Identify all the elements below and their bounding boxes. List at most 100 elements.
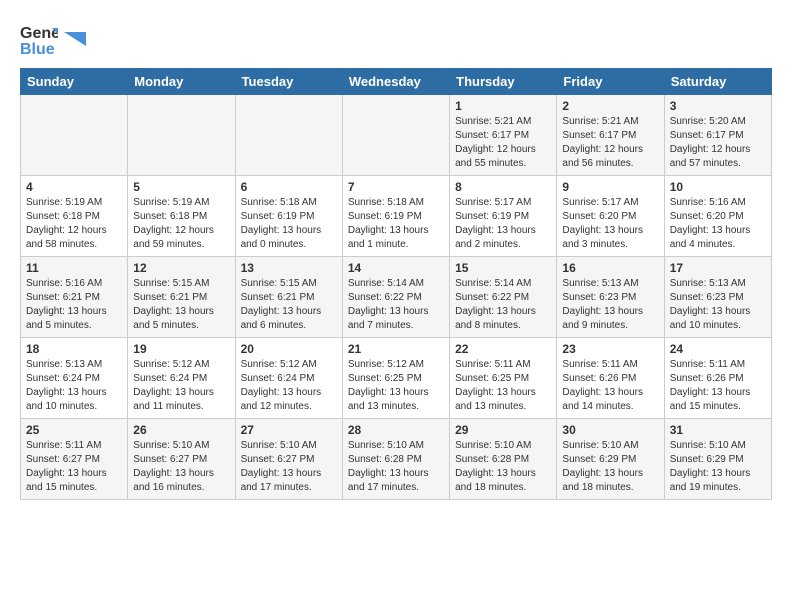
day-info: Sunrise: 5:10 AM Sunset: 6:27 PM Dayligh… — [241, 439, 337, 495]
day-info: Sunrise: 5:10 AM Sunset: 6:27 PM Dayligh… — [133, 439, 229, 495]
calendar-cell: 10 Sunrise: 5:16 AM Sunset: 6:20 PM Dayli… — [664, 176, 771, 257]
calendar-cell: 21 Sunrise: 5:12 AM Sunset: 6:25 PM Dayli… — [342, 338, 449, 419]
calendar-week-row: 4 Sunrise: 5:19 AM Sunset: 6:18 PM Daylig… — [21, 176, 772, 257]
calendar-cell — [235, 95, 342, 176]
weekday-header-friday: Friday — [557, 69, 664, 95]
day-info: Sunrise: 5:12 AM Sunset: 6:24 PM Dayligh… — [133, 358, 229, 414]
day-number: 12 — [133, 261, 229, 275]
calendar-cell: 11 Sunrise: 5:16 AM Sunset: 6:21 PM Dayli… — [21, 257, 128, 338]
calendar-cell: 7 Sunrise: 5:18 AM Sunset: 6:19 PM Daylig… — [342, 176, 449, 257]
calendar-cell — [21, 95, 128, 176]
calendar-cell: 26 Sunrise: 5:10 AM Sunset: 6:27 PM Dayli… — [128, 419, 235, 500]
calendar-cell: 16 Sunrise: 5:13 AM Sunset: 6:23 PM Dayli… — [557, 257, 664, 338]
day-info: Sunrise: 5:12 AM Sunset: 6:24 PM Dayligh… — [241, 358, 337, 414]
calendar-cell: 29 Sunrise: 5:10 AM Sunset: 6:28 PM Dayli… — [450, 419, 557, 500]
weekday-header-saturday: Saturday — [664, 69, 771, 95]
calendar-cell: 13Sunrise: 5:15 AM Sunset: 6:21 PM Dayli… — [235, 257, 342, 338]
calendar-cell: 24 Sunrise: 5:11 AM Sunset: 6:26 PM Dayli… — [664, 338, 771, 419]
day-info: Sunrise: 5:11 AM Sunset: 6:27 PM Dayligh… — [26, 439, 122, 495]
calendar-cell: 12Sunrise: 5:15 AM Sunset: 6:21 PM Dayli… — [128, 257, 235, 338]
day-number: 23 — [562, 342, 658, 356]
day-number: 9 — [562, 180, 658, 194]
svg-text:Blue: Blue — [20, 41, 55, 58]
day-number: 29 — [455, 423, 551, 437]
day-info: Sunrise: 5:21 AM Sunset: 6:17 PM Dayligh… — [455, 115, 551, 171]
calendar-cell: 28 Sunrise: 5:10 AM Sunset: 6:28 PM Dayli… — [342, 419, 449, 500]
day-info: Sunrise: 5:10 AM Sunset: 6:29 PM Dayligh… — [562, 439, 658, 495]
calendar-cell: 20 Sunrise: 5:12 AM Sunset: 6:24 PM Dayli… — [235, 338, 342, 419]
day-number: 10 — [670, 180, 766, 194]
day-info: Sunrise: 5:17 AM Sunset: 6:19 PM Dayligh… — [455, 196, 551, 252]
day-info: Sunrise: 5:16 AM Sunset: 6:20 PM Dayligh… — [670, 196, 766, 252]
calendar-cell: 23 Sunrise: 5:11 AM Sunset: 6:26 PM Dayli… — [557, 338, 664, 419]
page-header: General Blue — [20, 20, 772, 58]
day-number: 31 — [670, 423, 766, 437]
day-info: Sunrise: 5:10 AM Sunset: 6:28 PM Dayligh… — [348, 439, 444, 495]
day-number: 14 — [348, 261, 444, 275]
day-number: 19 — [133, 342, 229, 356]
svg-text:General: General — [20, 25, 58, 42]
day-info: Sunrise: 5:14 AM Sunset: 6:22 PM Dayligh… — [455, 277, 551, 333]
day-number: 7 — [348, 180, 444, 194]
calendar-cell: 14 Sunrise: 5:14 AM Sunset: 6:22 PM Dayli… — [342, 257, 449, 338]
day-info: Sunrise: 5:16 AM Sunset: 6:21 PM Dayligh… — [26, 277, 122, 333]
day-number: 25 — [26, 423, 122, 437]
day-number: 27 — [241, 423, 337, 437]
day-info: Sunrise: 5:20 AM Sunset: 6:17 PM Dayligh… — [670, 115, 766, 171]
calendar-cell: 25 Sunrise: 5:11 AM Sunset: 6:27 PM Dayli… — [21, 419, 128, 500]
day-number: 17 — [670, 261, 766, 275]
logo-icon: General Blue — [20, 20, 58, 58]
calendar-cell: 19 Sunrise: 5:12 AM Sunset: 6:24 PM Dayli… — [128, 338, 235, 419]
day-number: 18 — [26, 342, 122, 356]
calendar-week-row: 11 Sunrise: 5:16 AM Sunset: 6:21 PM Dayli… — [21, 257, 772, 338]
calendar-cell: 6Sunrise: 5:18 AM Sunset: 6:19 PM Daylig… — [235, 176, 342, 257]
calendar-week-row: 1Sunrise: 5:21 AM Sunset: 6:17 PM Daylig… — [21, 95, 772, 176]
day-number: 16 — [562, 261, 658, 275]
weekday-header-thursday: Thursday — [450, 69, 557, 95]
day-info: Sunrise: 5:11 AM Sunset: 6:26 PM Dayligh… — [670, 358, 766, 414]
day-info: Sunrise: 5:18 AM Sunset: 6:19 PM Dayligh… — [348, 196, 444, 252]
day-info: Sunrise: 5:10 AM Sunset: 6:28 PM Dayligh… — [455, 439, 551, 495]
calendar-cell: 3 Sunrise: 5:20 AM Sunset: 6:17 PM Daylig… — [664, 95, 771, 176]
calendar-header-row: SundayMondayTuesdayWednesdayThursdayFrid… — [21, 69, 772, 95]
calendar-cell: 8Sunrise: 5:17 AM Sunset: 6:19 PM Daylig… — [450, 176, 557, 257]
day-number: 6 — [241, 180, 337, 194]
day-info: Sunrise: 5:19 AM Sunset: 6:18 PM Dayligh… — [133, 196, 229, 252]
calendar-week-row: 18 Sunrise: 5:13 AM Sunset: 6:24 PM Dayli… — [21, 338, 772, 419]
calendar-week-row: 25 Sunrise: 5:11 AM Sunset: 6:27 PM Dayli… — [21, 419, 772, 500]
weekday-header-sunday: Sunday — [21, 69, 128, 95]
day-number: 26 — [133, 423, 229, 437]
day-info: Sunrise: 5:12 AM Sunset: 6:25 PM Dayligh… — [348, 358, 444, 414]
day-number: 22 — [455, 342, 551, 356]
day-number: 20 — [241, 342, 337, 356]
calendar-cell: 27 Sunrise: 5:10 AM Sunset: 6:27 PM Dayli… — [235, 419, 342, 500]
calendar-cell: 18 Sunrise: 5:13 AM Sunset: 6:24 PM Dayli… — [21, 338, 128, 419]
weekday-header-tuesday: Tuesday — [235, 69, 342, 95]
day-info: Sunrise: 5:10 AM Sunset: 6:29 PM Dayligh… — [670, 439, 766, 495]
day-info: Sunrise: 5:15 AM Sunset: 6:21 PM Dayligh… — [241, 277, 337, 333]
day-info: Sunrise: 5:19 AM Sunset: 6:18 PM Dayligh… — [26, 196, 122, 252]
calendar-cell: 9 Sunrise: 5:17 AM Sunset: 6:20 PM Daylig… — [557, 176, 664, 257]
calendar-cell: 31 Sunrise: 5:10 AM Sunset: 6:29 PM Dayli… — [664, 419, 771, 500]
calendar-table: SundayMondayTuesdayWednesdayThursdayFrid… — [20, 68, 772, 500]
day-number: 4 — [26, 180, 122, 194]
day-number: 2 — [562, 99, 658, 113]
calendar-cell: 5Sunrise: 5:19 AM Sunset: 6:18 PM Daylig… — [128, 176, 235, 257]
weekday-header-monday: Monday — [128, 69, 235, 95]
day-info: Sunrise: 5:11 AM Sunset: 6:25 PM Dayligh… — [455, 358, 551, 414]
day-info: Sunrise: 5:13 AM Sunset: 6:24 PM Dayligh… — [26, 358, 122, 414]
day-number: 3 — [670, 99, 766, 113]
calendar-cell: 1Sunrise: 5:21 AM Sunset: 6:17 PM Daylig… — [450, 95, 557, 176]
calendar-cell: 2Sunrise: 5:21 AM Sunset: 6:17 PM Daylig… — [557, 95, 664, 176]
day-number: 11 — [26, 261, 122, 275]
calendar-cell: 30Sunrise: 5:10 AM Sunset: 6:29 PM Dayli… — [557, 419, 664, 500]
day-number: 28 — [348, 423, 444, 437]
day-number: 15 — [455, 261, 551, 275]
day-number: 21 — [348, 342, 444, 356]
day-info: Sunrise: 5:13 AM Sunset: 6:23 PM Dayligh… — [562, 277, 658, 333]
calendar-cell — [342, 95, 449, 176]
day-number: 24 — [670, 342, 766, 356]
day-info: Sunrise: 5:11 AM Sunset: 6:26 PM Dayligh… — [562, 358, 658, 414]
day-info: Sunrise: 5:14 AM Sunset: 6:22 PM Dayligh… — [348, 277, 444, 333]
day-info: Sunrise: 5:17 AM Sunset: 6:20 PM Dayligh… — [562, 196, 658, 252]
